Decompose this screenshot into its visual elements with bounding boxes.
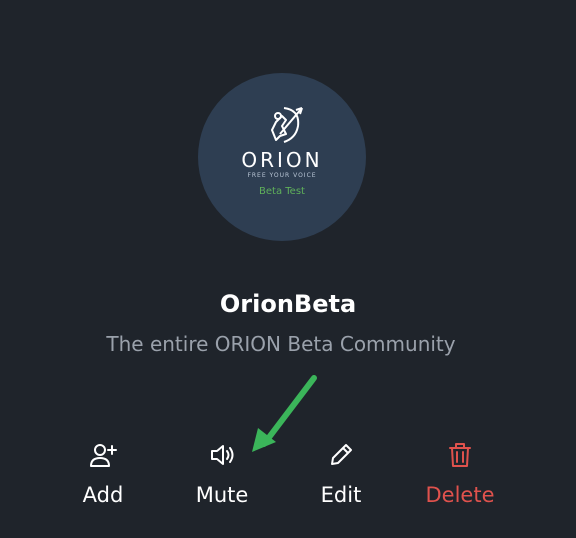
mute-label: Mute xyxy=(195,483,249,507)
brand-tagline: FREE YOUR VOICE xyxy=(247,172,317,179)
add-user-icon xyxy=(90,444,117,467)
mute-button[interactable]: Mute xyxy=(167,436,277,512)
edit-button[interactable]: Edit xyxy=(286,436,396,512)
group-name: OrionBeta xyxy=(219,290,357,318)
edit-label: Edit xyxy=(320,483,362,507)
brand-word: ORION xyxy=(241,148,323,172)
group-description: The entire ORION Beta Community xyxy=(106,332,456,356)
orion-archer-logo-icon xyxy=(271,107,303,143)
add-button[interactable]: Add xyxy=(48,436,158,512)
add-label: Add xyxy=(82,483,124,507)
delete-label: Delete xyxy=(425,483,495,507)
pencil-icon xyxy=(331,444,352,465)
delete-button[interactable]: Delete xyxy=(405,436,515,512)
brand-beta-label: Beta Test xyxy=(259,186,305,197)
trash-icon xyxy=(449,443,471,467)
speaker-icon xyxy=(211,445,234,465)
